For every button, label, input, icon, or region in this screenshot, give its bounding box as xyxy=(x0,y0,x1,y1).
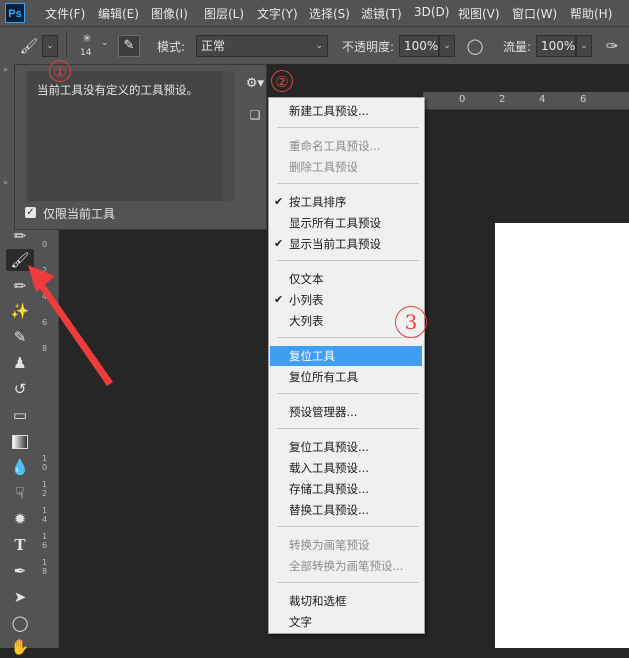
arrow-shaft xyxy=(36,279,113,386)
annotation-arrow xyxy=(28,265,113,386)
